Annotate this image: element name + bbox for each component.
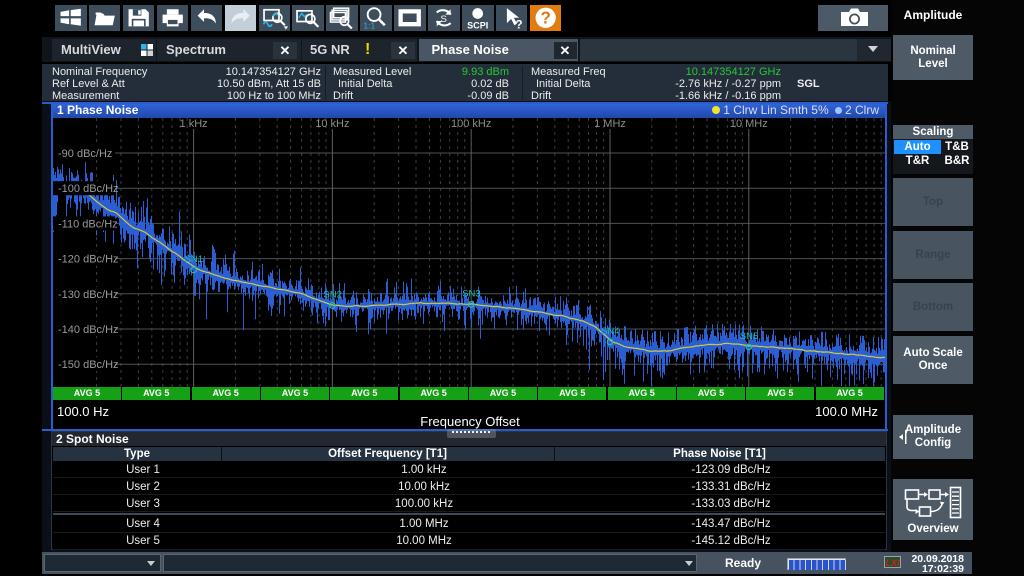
svg-text:SN5: SN5 [740,331,758,342]
svg-text:-140 dBc/Hz: -140 dBc/Hz [58,324,119,336]
svg-text:-90 dBc/Hz: -90 dBc/Hz [58,148,112,160]
svg-text:SN4: SN4 [601,326,619,337]
svg-text:S: S [441,14,447,25]
svg-text:1 kHz: 1 kHz [180,118,208,130]
svg-text:-120 dBc/Hz: -120 dBc/Hz [58,254,119,266]
svg-text:-130 dBc/Hz: -130 dBc/Hz [58,289,119,301]
svg-text:1 MHz: 1 MHz [594,118,626,130]
svg-text:?: ? [515,18,522,31]
svg-text:1:1: 1:1 [364,20,376,30]
svg-text:-100 dBc/Hz: -100 dBc/Hz [58,183,119,195]
svg-text:SCPI: SCPI [467,20,488,30]
svg-text:-150 dBc/Hz: -150 dBc/Hz [58,359,119,371]
svg-text:100 kHz: 100 kHz [451,118,491,130]
svg-text:SN2: SN2 [323,290,341,301]
svg-text:SN3: SN3 [462,289,480,300]
svg-text:10 kHz: 10 kHz [315,118,349,130]
svg-text:-110 dBc/Hz: -110 dBc/Hz [58,218,118,230]
svg-text:10 MHz: 10 MHz [730,118,768,130]
svg-text:SN1: SN1 [185,254,203,265]
svg-text:?: ? [540,9,550,28]
